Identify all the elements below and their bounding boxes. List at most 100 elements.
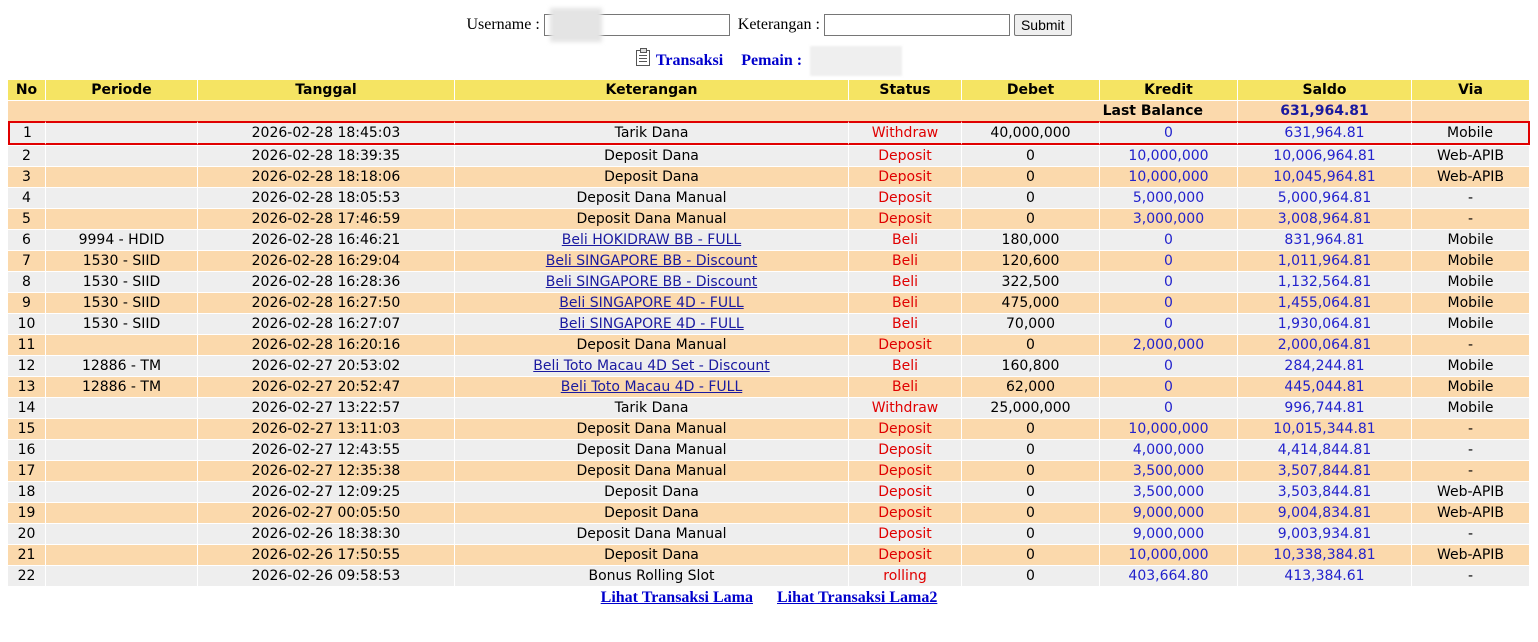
cell-kredit: 10,000,000 xyxy=(1100,544,1238,565)
cell-tanggal: 2026-02-28 18:39:35 xyxy=(198,145,455,166)
pemain-label: Pemain : xyxy=(741,52,803,69)
cell-saldo: 284,244.81 xyxy=(1238,355,1412,376)
cell-status: Beli xyxy=(849,376,962,397)
cell-via: Mobile xyxy=(1412,376,1530,397)
cell-debet: 40,000,000 xyxy=(962,121,1100,145)
keterangan-link[interactable]: Beli HOKIDRAW BB - FULL xyxy=(562,232,741,248)
cell-debet: 70,000 xyxy=(962,313,1100,334)
cell-tanggal: 2026-02-28 16:27:07 xyxy=(198,313,455,334)
cell-periode xyxy=(46,208,198,229)
cell-tanggal: 2026-02-28 16:29:04 xyxy=(198,250,455,271)
cell-tanggal: 2026-02-27 13:11:03 xyxy=(198,418,455,439)
cell-status: Deposit xyxy=(849,187,962,208)
cell-no: 16 xyxy=(8,439,46,460)
submit-button[interactable]: Submit xyxy=(1013,14,1072,36)
col-debet: Debet xyxy=(962,80,1100,100)
cell-saldo: 10,015,344.81 xyxy=(1238,418,1412,439)
cell-tanggal: 2026-02-28 18:18:06 xyxy=(198,166,455,187)
cell-kredit: 0 xyxy=(1100,121,1238,145)
table-row: 2 2026-02-28 18:39:35 Deposit Dana Deposit 0… xyxy=(8,145,1530,166)
keterangan-link[interactable]: Beli SINGAPORE BB - Discount xyxy=(546,274,757,290)
cell-no: 10 xyxy=(8,313,46,334)
table-row: 11 2026-02-28 16:20:16 Deposit Dana Manual… xyxy=(8,334,1530,355)
cell-no: 18 xyxy=(8,481,46,502)
cell-no: 14 xyxy=(8,397,46,418)
cell-periode xyxy=(46,334,198,355)
cell-via: Mobile xyxy=(1412,271,1530,292)
cell-status: Beli xyxy=(849,292,962,313)
cell-no: 15 xyxy=(8,418,46,439)
cell-keterangan: Deposit Dana xyxy=(455,544,849,565)
cell-kredit: 2,000,000 xyxy=(1100,334,1238,355)
table-row: 10 1530 - SIID 2026-02-28 16:27:07 Beli SIN… xyxy=(8,313,1530,334)
cell-tanggal: 2026-02-27 12:43:55 xyxy=(198,439,455,460)
cell-keterangan: Deposit Dana Manual xyxy=(455,187,849,208)
cell-saldo: 10,006,964.81 xyxy=(1238,145,1412,166)
keterangan-link[interactable]: Beli SINGAPORE BB - Discount xyxy=(546,253,757,269)
cell-via: Web-APIB xyxy=(1412,481,1530,502)
cell-debet: 0 xyxy=(962,334,1100,355)
cell-debet: 0 xyxy=(962,166,1100,187)
table-row: 18 2026-02-27 12:09:25 Deposit Dana Deposit… xyxy=(8,481,1530,502)
cell-periode: 1530 - SIID xyxy=(46,313,198,334)
username-label: Username : xyxy=(466,16,540,33)
cell-saldo: 445,044.81 xyxy=(1238,376,1412,397)
cell-kredit: 10,000,000 xyxy=(1100,418,1238,439)
cell-periode xyxy=(46,145,198,166)
cell-status: Beli xyxy=(849,313,962,334)
cell-via: - xyxy=(1412,439,1530,460)
cell-keterangan: Deposit Dana Manual xyxy=(455,208,849,229)
cell-debet: 0 xyxy=(962,544,1100,565)
cell-keterangan: Deposit Dana Manual xyxy=(455,460,849,481)
cell-kredit: 9,000,000 xyxy=(1100,502,1238,523)
cell-via: - xyxy=(1412,418,1530,439)
page-title: Transaksi Pemain : xyxy=(0,46,1538,77)
cell-saldo: 2,000,064.81 xyxy=(1238,334,1412,355)
cell-kredit: 3,500,000 xyxy=(1100,481,1238,502)
cell-debet: 0 xyxy=(962,418,1100,439)
cell-saldo: 9,004,834.81 xyxy=(1238,502,1412,523)
cell-via: - xyxy=(1412,187,1530,208)
transaksi-title: Transaksi xyxy=(655,52,724,69)
cell-periode: 9994 - HDID xyxy=(46,229,198,250)
cell-tanggal: 2026-02-28 16:46:21 xyxy=(198,229,455,250)
table-row: 4 2026-02-28 18:05:53 Deposit Dana Manual D… xyxy=(8,187,1530,208)
cell-via: Web-APIB xyxy=(1412,544,1530,565)
transactions-table: No Periode Tanggal Keterangan Status Deb… xyxy=(8,80,1530,586)
keterangan-link[interactable]: Beli Toto Macau 4D - FULL xyxy=(561,379,743,395)
cell-status: Deposit xyxy=(849,523,962,544)
cell-kredit: 10,000,000 xyxy=(1100,145,1238,166)
cell-no: 5 xyxy=(8,208,46,229)
cell-tanggal: 2026-02-27 00:05:50 xyxy=(198,502,455,523)
cell-status: Deposit xyxy=(849,481,962,502)
cell-kredit: 10,000,000 xyxy=(1100,166,1238,187)
cell-status: Deposit xyxy=(849,208,962,229)
cell-tanggal: 2026-02-27 20:52:47 xyxy=(198,376,455,397)
lihat-transaksi-lama2-link[interactable]: Lihat Transaksi Lama2 xyxy=(777,589,937,606)
cell-keterangan: Beli HOKIDRAW BB - FULL xyxy=(455,229,849,250)
table-row: 22 2026-02-26 09:58:53 Bonus Rolling Slot r… xyxy=(8,565,1530,586)
keterangan-link[interactable]: Beli Toto Macau 4D Set - Discount xyxy=(533,358,770,374)
cell-tanggal: 2026-02-26 18:38:30 xyxy=(198,523,455,544)
cell-periode: 12886 - TM xyxy=(46,355,198,376)
table-header-row: No Periode Tanggal Keterangan Status Deb… xyxy=(8,80,1530,100)
cell-saldo: 831,964.81 xyxy=(1238,229,1412,250)
keterangan-link[interactable]: Beli SINGAPORE 4D - FULL xyxy=(559,316,743,332)
keterangan-input[interactable] xyxy=(823,14,1010,36)
cell-keterangan: Beli Toto Macau 4D - FULL xyxy=(455,376,849,397)
last-balance-row: Last Balance 631,964.81 xyxy=(8,100,1530,121)
cell-saldo: 5,000,964.81 xyxy=(1238,187,1412,208)
cell-no: 2 xyxy=(8,145,46,166)
cell-via: - xyxy=(1412,334,1530,355)
lihat-transaksi-lama-link[interactable]: Lihat Transaksi Lama xyxy=(601,589,753,606)
cell-kredit: 0 xyxy=(1100,376,1238,397)
cell-kredit: 3,000,000 xyxy=(1100,208,1238,229)
cell-keterangan: Beli SINGAPORE BB - Discount xyxy=(455,250,849,271)
redacted-pemain xyxy=(810,46,903,77)
cell-periode xyxy=(46,439,198,460)
cell-kredit: 403,664.80 xyxy=(1100,565,1238,586)
table-row: 8 1530 - SIID 2026-02-28 16:28:36 Beli SING… xyxy=(8,271,1530,292)
cell-no: 19 xyxy=(8,502,46,523)
keterangan-link[interactable]: Beli SINGAPORE 4D - FULL xyxy=(559,295,743,311)
col-kredit: Kredit xyxy=(1100,80,1238,100)
